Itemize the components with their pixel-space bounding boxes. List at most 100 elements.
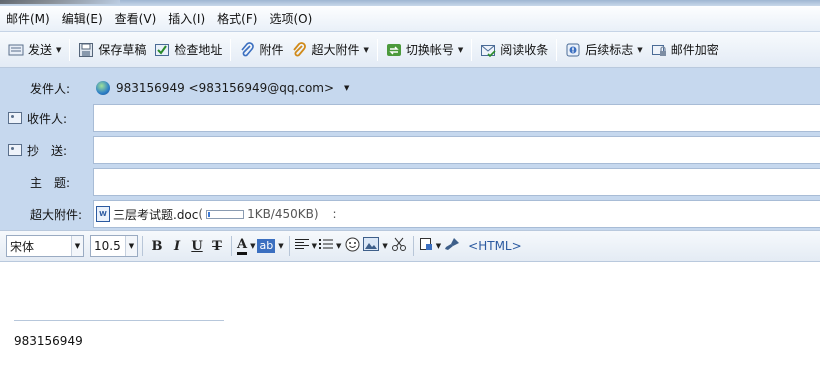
insert-page-icon [419,237,433,255]
menu-options[interactable]: 选项(O) [269,10,312,27]
chevron-down-icon[interactable]: ▼ [336,242,341,250]
super-attach-row: 超大附件: W 三层考试题.doc ( 1KB/450KB) : [0,200,820,228]
main-toolbar: 发送 ▼ 保存草稿 检查地址 附件 超大附件 ▼ 切换帐号 ▼ 阅读收条 后续标… [0,32,820,68]
paperclip-icon [239,41,255,58]
attach-button[interactable]: 附件 [235,37,287,63]
underline-button[interactable]: U [188,235,206,257]
separator [69,38,71,61]
to-label-button[interactable]: 收件人: [8,104,92,132]
clear-format-button[interactable] [443,235,461,257]
read-receipt-button[interactable]: 阅读收条 [476,37,552,63]
menu-edit[interactable]: 编辑(E) [62,10,103,27]
attachment-item[interactable]: W 三层考试题.doc ( 1KB/450KB) : [96,200,337,228]
align-button[interactable]: ▼ [294,235,317,257]
signature-text: 983156949 [14,334,83,348]
encrypt-label: 邮件加密 [670,43,719,57]
save-draft-button[interactable]: 保存草稿 [74,37,150,63]
separator [556,38,558,61]
smiley-icon [345,237,360,256]
attachment-extra: : [332,207,337,221]
html-mode-button[interactable]: <HTML> [468,235,522,257]
bullet-list-icon [319,238,333,254]
globe-icon [96,81,110,95]
to-row: 收件人: [0,104,820,132]
attach-label: 附件 [259,43,284,57]
subject-label: 主 题: [30,175,71,190]
highlight-label: ab [257,239,276,253]
chevron-down-icon[interactable]: ▼ [278,242,283,250]
to-label: 收件人: [27,111,68,126]
from-label: 发件人: [30,81,71,96]
encrypt-button[interactable]: 邮件加密 [647,37,723,63]
large-paperclip-icon [291,41,307,58]
bold-button[interactable]: B [148,235,166,257]
cc-field[interactable] [93,136,820,164]
from-value: 983156949 <983156949@qq.com> [116,81,335,95]
check-address-button[interactable]: 检查地址 [150,37,226,63]
font-size-select[interactable]: 10.5 ▼ [90,235,138,257]
separator [231,236,232,256]
separator [142,236,143,256]
cc-label-button[interactable]: 抄 送: [8,136,92,164]
upload-progress-bar [206,209,245,219]
menu-insert[interactable]: 插入(I) [168,10,205,27]
signature-divider [14,320,224,321]
check-address-icon [154,42,170,58]
chevron-down-icon[interactable]: ▼ [363,46,368,54]
insert-image-button[interactable]: ▼ [363,235,388,257]
follow-up-flag-icon [565,42,581,58]
send-button[interactable]: 发送 ▼ [4,37,65,63]
follow-up-label: 后续标志 [585,43,634,57]
font-family-value: 宋体 [10,239,35,254]
font-size-value: 10.5 [94,239,121,253]
word-document-icon: W [96,206,110,222]
from-selector[interactable]: 983156949 <983156949@qq.com> ▼ [96,74,349,102]
brush-icon [444,237,460,255]
menu-view[interactable]: 查看(V) [115,10,157,27]
send-icon [8,42,24,58]
highlight-button[interactable]: ab ▼ [257,235,284,257]
chevron-down-icon[interactable]: ▼ [56,46,61,54]
chevron-down-icon[interactable]: ▼ [250,242,255,250]
separator [471,38,473,61]
list-button[interactable]: ▼ [319,235,341,257]
italic-button[interactable]: I [168,235,186,257]
attachment-size: 1KB/450KB) [247,207,319,221]
from-row: 发件人: 983156949 <983156949@qq.com> ▼ [0,74,820,102]
chevron-down-icon[interactable]: ▼ [344,84,349,92]
chevron-down-icon[interactable]: ▼ [71,236,83,256]
send-label: 发送 [28,43,53,57]
menu-bar: 邮件(M) 编辑(E) 查看(V) 插入(I) 格式(F) 选项(O) [0,6,820,32]
chevron-down-icon[interactable]: ▼ [637,46,642,54]
menu-format[interactable]: 格式(F) [217,10,257,27]
emoji-button[interactable] [343,235,361,257]
insert-menu-button[interactable]: ▼ [419,235,441,257]
save-draft-label: 保存草稿 [98,43,147,57]
chevron-down-icon[interactable]: ▼ [312,242,317,250]
menu-mail[interactable]: 邮件(M) [6,10,50,27]
super-attach-row-label: 超大附件: [30,207,83,222]
read-receipt-label: 阅读收条 [500,43,549,57]
to-field[interactable] [93,104,820,132]
separator [376,38,378,61]
follow-up-button[interactable]: 后续标志 ▼ [561,37,646,63]
strikethrough-button[interactable]: T [208,235,226,257]
screenshot-button[interactable] [390,235,408,257]
chevron-down-icon[interactable]: ▼ [458,46,463,54]
font-color-label: A [237,237,248,255]
align-left-icon [294,238,309,254]
compose-header: 发件人: 983156949 <983156949@qq.com> ▼ 收件人:… [0,68,820,230]
font-family-select[interactable]: 宋体 ▼ [6,235,84,257]
subject-row: 主 题: [0,168,820,196]
cc-row: 抄 送: [0,136,820,164]
separator [230,38,232,61]
chevron-down-icon[interactable]: ▼ [436,242,441,250]
chevron-down-icon[interactable]: ▼ [125,236,137,256]
switch-account-button[interactable]: 切换帐号 ▼ [382,37,467,63]
message-body-editor[interactable]: 983156949 [0,262,820,389]
super-attach-button[interactable]: 超大附件 ▼ [287,37,372,63]
font-color-button[interactable]: A ▼ [237,235,255,257]
subject-field[interactable] [93,168,820,196]
contact-card-icon [8,144,22,156]
chevron-down-icon[interactable]: ▼ [382,242,387,250]
